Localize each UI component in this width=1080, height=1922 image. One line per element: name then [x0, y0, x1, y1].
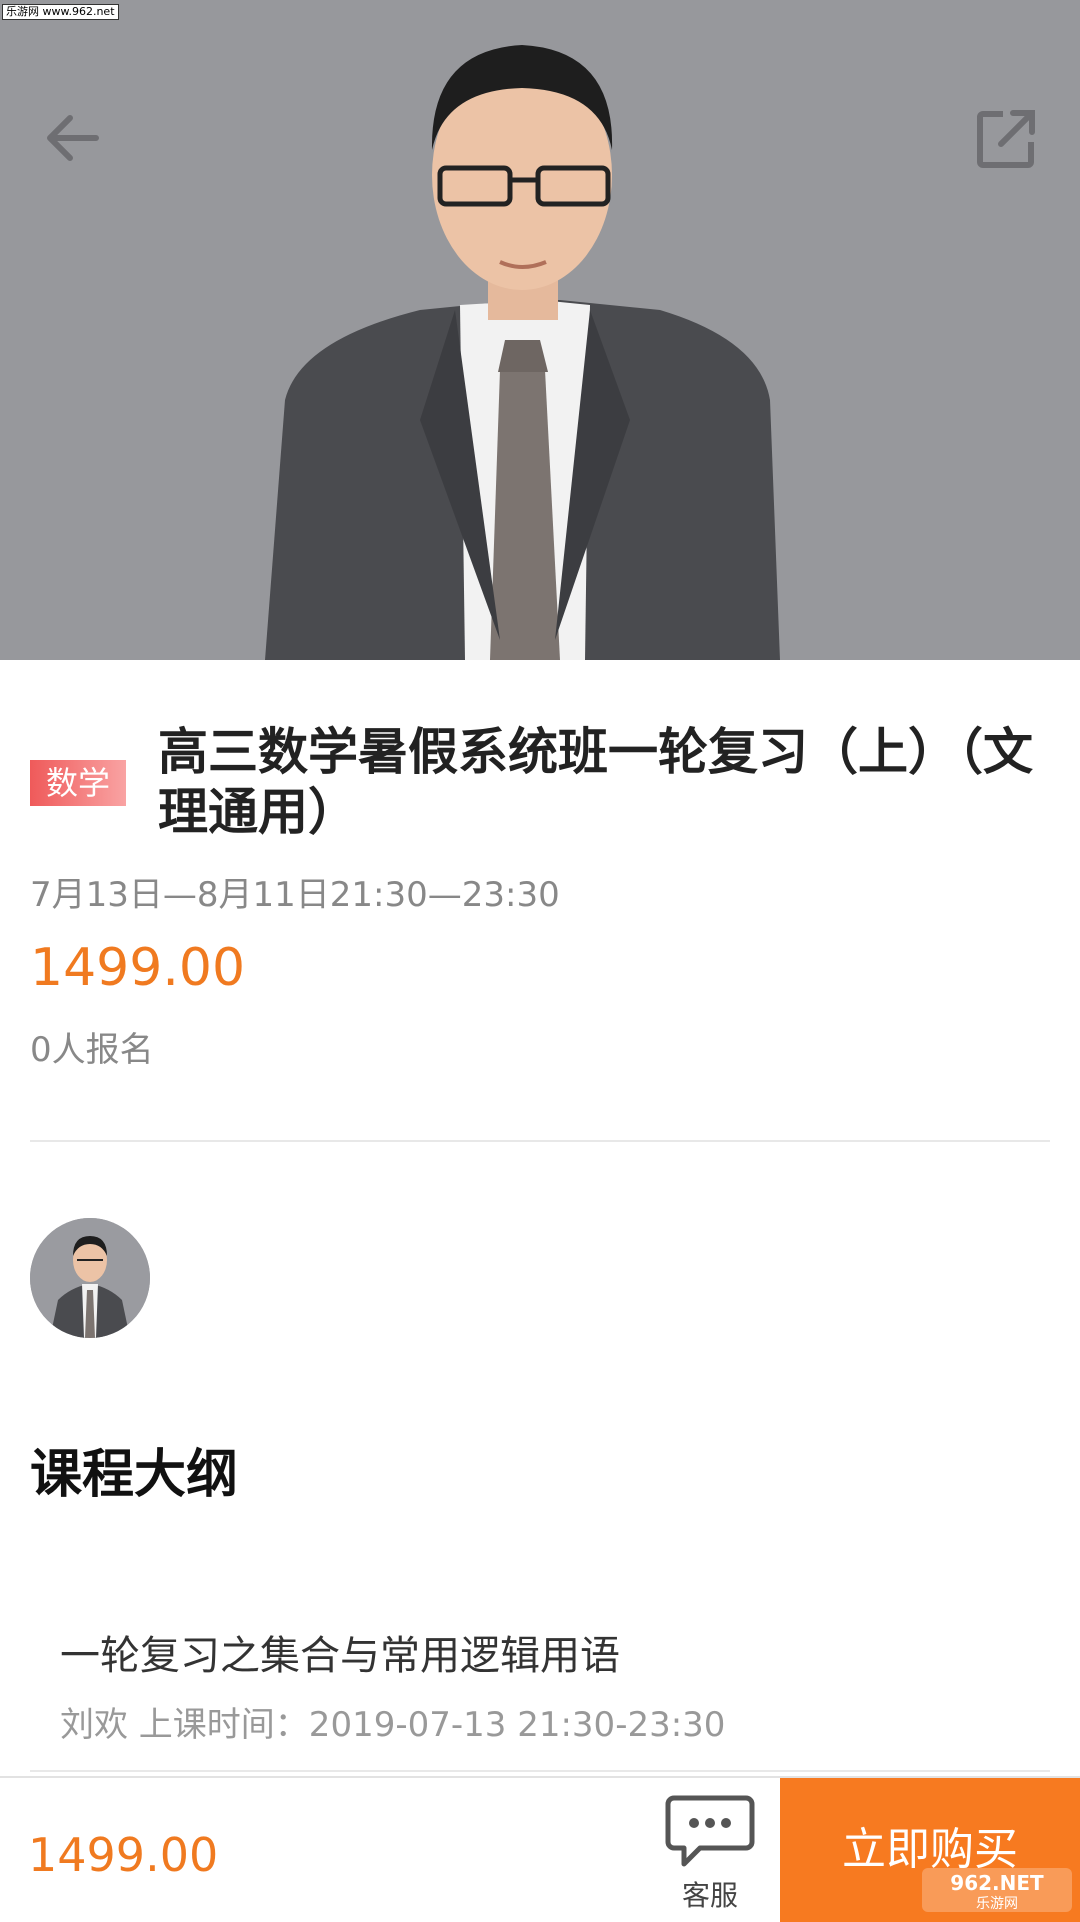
subject-tag: 数学 [30, 760, 126, 806]
bottom-price: 1499.00 [28, 1828, 219, 1882]
teacher-hero-image [0, 0, 1080, 660]
lesson-meta: 刘欢 上课时间：2019-07-13 21:30-23:30 [60, 1705, 726, 1745]
watermark-line1: 962.NET [950, 1871, 1044, 1895]
share-icon[interactable] [975, 108, 1037, 170]
section-divider [30, 1140, 1050, 1142]
back-arrow-icon[interactable] [42, 108, 102, 168]
service-label: 客服 [681, 1879, 738, 1912]
watermark-top: 乐游网 www.962.net [2, 4, 119, 20]
course-price: 1499.00 [30, 938, 246, 998]
chat-bubble-icon [665, 1795, 755, 1867]
teacher-avatar[interactable] [30, 1218, 150, 1338]
outline-heading: 课程大纲 [30, 1445, 239, 1505]
bottom-action-bar: 1499.00 客服 立即购买 [0, 1776, 1080, 1922]
lesson-divider [30, 1770, 1050, 1772]
enrollment-count: 0人报名 [30, 1030, 154, 1070]
course-date-range: 7月13日—8月11日21:30—23:30 [30, 875, 560, 915]
customer-service-button[interactable]: 客服 [660, 1792, 760, 1912]
avatar-portrait [30, 1218, 150, 1338]
lesson-title: 一轮复习之集合与常用逻辑用语 [60, 1633, 620, 1679]
watermark-line2: 乐游网 [976, 1896, 1018, 1912]
course-title: 高三数学暑假系统班一轮复习（上）（文理通用） [158, 723, 1033, 841]
teacher-portrait [265, 45, 780, 660]
watermark-logo: 962.NET 乐游网 [922, 1868, 1072, 1912]
